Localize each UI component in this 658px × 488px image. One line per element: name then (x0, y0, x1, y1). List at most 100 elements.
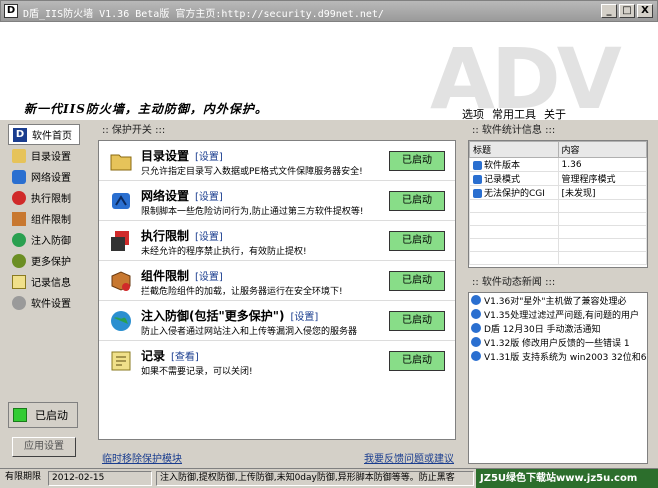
feedback-link[interactable]: 我要反馈问题或建议 (364, 450, 454, 465)
status-bar: 有限期限 2012-02-15 注入防御,提权防御,上传防御,未知0day防御,… (0, 468, 658, 488)
menu-about[interactable]: 关于 (544, 106, 566, 120)
module-settings-link[interactable]: [设置] (195, 272, 223, 283)
info-icon (473, 189, 482, 198)
sidebar-item-directory[interactable]: 目录设置 (8, 145, 80, 166)
info-icon (473, 161, 482, 170)
module-toggle-button[interactable]: 已启动 (389, 151, 445, 171)
news-icon (471, 323, 481, 333)
module-description: 未经允许的程序禁止执行，有效防止提权! (141, 247, 307, 257)
title-bar: D D盾_IIS防火墙 V1.36 Beta版 官方主页:http://secu… (0, 0, 658, 22)
status-label: 已启动 (35, 409, 68, 422)
window-title: D盾_IIS防火墙 V1.36 Beta版 官方主页:http://securi… (23, 9, 384, 20)
module-settings-link[interactable]: [设置] (195, 152, 223, 163)
table-row: 无法保护的CGI [未发现] (469, 185, 647, 200)
sidebar-item-injection[interactable]: 注入防御 (8, 229, 80, 250)
maximize-button[interactable]: □ (619, 4, 635, 18)
sidebar-item-settings[interactable]: 软件设置 (8, 292, 80, 313)
globe-icon (111, 311, 131, 331)
module-toggle-button[interactable]: 已启动 (389, 191, 445, 211)
module-row: 组件限制 [设置] 拦截危险组件的加载，让服务器运行在安全环境下! 已启动 (99, 261, 455, 301)
execute-icon (12, 190, 26, 205)
module-row: 执行限制 [设置] 未经允许的程序禁止执行，有效防止提权! 已启动 (99, 221, 455, 261)
info-icon (473, 175, 482, 184)
module-title: 执行限制 (141, 229, 190, 243)
menu-options[interactable]: 选项 (462, 106, 484, 120)
slogan: 新一代IIS防火墙，主动防御，内外保护。 (24, 102, 268, 116)
list-item[interactable]: D盾 12月30日 手动激活通知 (469, 321, 647, 335)
module-title: 注入防御(包括"更多保护") (141, 309, 285, 323)
module-description: 如果不需要记录，可以关闭! (141, 367, 253, 377)
minimize-button[interactable]: _ (601, 4, 617, 18)
module-title: 组件限制 (141, 269, 190, 283)
protection-panel: :: 保护开关 ::: 目录设置 [设置] 只允许指定目录写入数据或PE格式文件保… (96, 124, 458, 465)
module-settings-link[interactable]: [设置] (195, 232, 223, 243)
module-settings-link[interactable]: [设置] (195, 192, 223, 203)
news-list: V1.36对"星外"主机做了兼容处理必 V1.35处理过滤过严问题,有问题的用户… (468, 292, 648, 464)
more-icon (12, 253, 26, 268)
module-list: 目录设置 [设置] 只允许指定目录写入数据或PE格式文件保障服务器安全! 已启动 … (98, 140, 456, 440)
sidebar-item-network[interactable]: 网络设置 (8, 166, 80, 187)
news-icon (471, 295, 481, 305)
table-row: 记录模式 管理程序模式 (469, 171, 647, 186)
list-item[interactable]: V1.36对"星外"主机做了兼容处理必 (469, 293, 647, 307)
module-row: 注入防御(包括"更多保护") [设置] 防止入侵者通过网站注入和上传等漏洞入侵您的… (99, 301, 455, 341)
news-icon (471, 309, 481, 319)
module-title: 记录 (141, 349, 166, 363)
news-section-title: :: 软件动态新闻 ::: (472, 277, 556, 288)
menu-tools[interactable]: 常用工具 (492, 106, 536, 120)
remove-protection-link[interactable]: 临时移除保护模块 (102, 450, 182, 465)
network-icon (12, 169, 26, 184)
gear-icon (12, 295, 26, 310)
d-logo-icon: D (13, 127, 27, 142)
log-icon (12, 274, 26, 289)
ticker-text: 注入防御,提权防御,上传防御,未知0day防御,异形脚本防御等等。防止黑客 (156, 471, 474, 486)
component-icon (111, 271, 131, 291)
list-item[interactable]: V1.32版 修改用户反馈的一些错误 1 (469, 335, 647, 349)
sidebar-item-log[interactable]: 记录信息 (8, 271, 80, 292)
app-icon: D (4, 4, 18, 18)
column-header[interactable]: 标题 (469, 141, 559, 158)
column-header[interactable]: 内容 (557, 141, 647, 158)
module-toggle-button[interactable]: 已启动 (389, 311, 445, 331)
sidebar-item-component[interactable]: 组件限制 (8, 208, 80, 229)
site-watermark: JZ5U绿色下载站www.jz5u.com (476, 469, 658, 488)
protection-section-title: :: 保护开关 ::: (102, 125, 166, 136)
execute-icon (111, 231, 129, 251)
status-indicator: 已启动 (8, 402, 78, 428)
network-icon (112, 193, 130, 209)
list-item[interactable]: V1.31版 支持系统为 win2003 32位和6 (469, 349, 647, 363)
apply-settings-button[interactable]: 应用设置 (12, 437, 76, 457)
module-toggle-button[interactable]: 已启动 (389, 351, 445, 371)
news-icon (471, 337, 481, 347)
folder-icon (12, 148, 26, 163)
sidebar-item-execute[interactable]: 执行限制 (8, 187, 80, 208)
module-title: 网络设置 (141, 189, 190, 203)
module-settings-link[interactable]: [设置] (290, 312, 318, 323)
log-icon (111, 351, 131, 371)
folder-icon (110, 154, 132, 171)
module-view-link[interactable]: [查看] (171, 352, 199, 363)
module-description: 拦截危险组件的加载，让服务器运行在安全环境下! (141, 287, 343, 297)
status-led-icon (13, 408, 27, 422)
table-row: 软件版本 1.36 (469, 157, 647, 172)
top-menu: 选项 常用工具 关于 (462, 106, 566, 120)
news-icon (471, 351, 481, 361)
expiry-date: 2012-02-15 (48, 471, 152, 486)
component-icon (12, 211, 26, 226)
module-row: 记录 [查看] 如果不需要记录，可以关闭! 已启动 (99, 341, 455, 381)
info-panel: :: 软件统计信息 ::: 标题 内容 软件版本 1.36 记录模式 管理程序模… (466, 124, 652, 464)
stats-section-title: :: 软件统计信息 ::: (472, 125, 556, 136)
banner: ADV 新一代IIS防火墙，主动防御，内外保护。 选项 常用工具 关于 (0, 22, 658, 120)
module-row: 目录设置 [设置] 只允许指定目录写入数据或PE格式文件保障服务器安全! 已启动 (99, 141, 455, 181)
sidebar-item-home[interactable]: D 软件首页 (8, 124, 80, 145)
stats-table: 标题 内容 软件版本 1.36 记录模式 管理程序模式 无法保护的CGI [未发… (468, 140, 648, 268)
module-description: 防止入侵者通过网站注入和上传等漏洞入侵您的服务器 (141, 327, 358, 337)
module-toggle-button[interactable]: 已启动 (389, 271, 445, 291)
expiry-label: 有限期限 (5, 472, 42, 482)
module-row: 网络设置 [设置] 限制脚本一些危险访问行为,防止通过第三方软件提权等! 已启动 (99, 181, 455, 221)
list-item[interactable]: V1.35处理过滤过严问题,有问题的用户 (469, 307, 647, 321)
sidebar-item-more[interactable]: 更多保护 (8, 250, 80, 271)
module-title: 目录设置 (141, 149, 190, 163)
module-toggle-button[interactable]: 已启动 (389, 231, 445, 251)
close-button[interactable]: X (637, 4, 653, 18)
